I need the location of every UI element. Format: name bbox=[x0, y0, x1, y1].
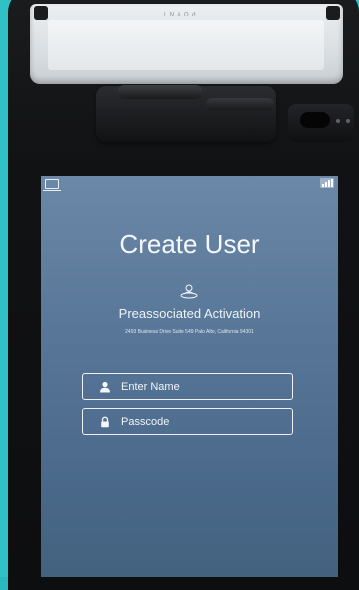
touch-screen: Create User Preassociated Activation 249… bbox=[41, 176, 338, 577]
signal-icon bbox=[320, 178, 334, 188]
page-title: Create User bbox=[119, 229, 260, 259]
merchant-address: 2493 Business Drive Suite 549 Palo Alto,… bbox=[125, 329, 254, 335]
passcode-input[interactable]: Passcode bbox=[82, 408, 293, 435]
name-placeholder: Enter Name bbox=[121, 380, 180, 393]
signal-icon-graphic bbox=[322, 179, 333, 187]
lock-icon bbox=[98, 415, 112, 429]
indicator-dot bbox=[336, 119, 340, 123]
printer-window bbox=[48, 20, 324, 70]
name-input[interactable]: Enter Name bbox=[82, 373, 293, 400]
tablet-icon bbox=[43, 179, 61, 191]
user-location-icon bbox=[178, 283, 200, 299]
passcode-placeholder: Passcode bbox=[121, 415, 170, 428]
ridge-highlight-2 bbox=[206, 98, 274, 110]
subtitle: Preassociated Activation bbox=[118, 306, 261, 321]
camera-slot bbox=[300, 112, 330, 128]
brand-label: POYNT bbox=[160, 10, 196, 16]
user-icon bbox=[98, 380, 112, 394]
ridge-highlight bbox=[118, 85, 202, 99]
lid-clip-left bbox=[34, 6, 48, 20]
lid-clip-right bbox=[326, 6, 340, 20]
indicator-dot bbox=[346, 119, 350, 123]
